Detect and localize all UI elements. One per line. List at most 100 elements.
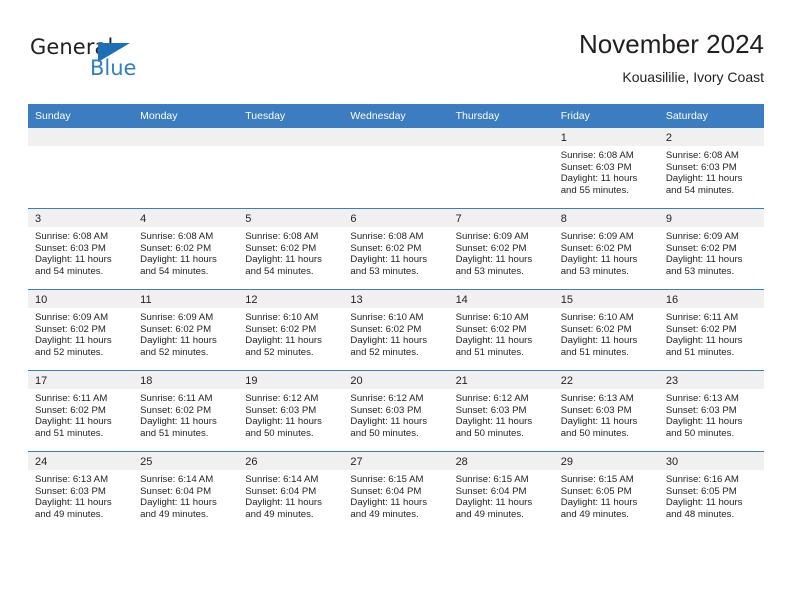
day-number: 2 <box>658 128 764 146</box>
calendar-day-cell[interactable]: 23 Sunrise: 6:13 AM Sunset: 6:03 PM Dayligh… <box>658 370 764 452</box>
day-number: 22 <box>553 371 659 389</box>
weekday-header-saturday: Saturday <box>658 104 764 128</box>
calendar-day-cell[interactable]: 12 Sunrise: 6:10 AM Sunset: 6:02 PM Dayligh… <box>238 289 344 371</box>
day-details: Sunrise: 6:14 AM Sunset: 6:04 PM Daylight:… <box>133 470 238 520</box>
day-number: 27 <box>343 452 449 470</box>
calendar-day-cell[interactable]: 17 Sunrise: 6:11 AM Sunset: 6:02 PM Dayligh… <box>28 370 134 452</box>
day-number: 11 <box>133 290 239 308</box>
sunset-text: Sunset: 6:03 PM <box>245 404 317 416</box>
calendar-day-cell[interactable]: 20 Sunrise: 6:12 AM Sunset: 6:03 PM Dayligh… <box>343 370 449 452</box>
daylight-text: Daylight: 11 hours and 50 minutes. <box>350 416 428 439</box>
calendar-day-cell[interactable]: 2 Sunrise: 6:08 AM Sunset: 6:03 PM Daylight… <box>658 127 764 209</box>
day-number: 19 <box>238 371 344 389</box>
daylight-text: Daylight: 11 hours and 50 minutes. <box>245 416 322 439</box>
sunrise-text: Sunrise: 6:10 AM <box>560 312 634 323</box>
sunrise-text: Sunrise: 6:15 AM <box>560 474 634 485</box>
calendar-day-cell[interactable]: 13 Sunrise: 6:10 AM Sunset: 6:02 PM Dayligh… <box>343 289 449 371</box>
sunset-text: Sunset: 6:04 PM <box>245 485 317 497</box>
day-number <box>238 128 344 146</box>
calendar-day-cell[interactable]: 15 Sunrise: 6:10 AM Sunset: 6:02 PM Dayligh… <box>553 289 659 371</box>
calendar-day-cell[interactable]: 27 Sunrise: 6:15 AM Sunset: 6:04 PM Dayligh… <box>343 451 449 532</box>
day-number: 14 <box>448 290 554 308</box>
sunrise-text: Sunrise: 6:09 AM <box>455 231 529 242</box>
calendar-day-cell[interactable]: 10 Sunrise: 6:09 AM Sunset: 6:02 PM Dayligh… <box>28 289 134 371</box>
calendar-day-cell[interactable]: 7 Sunrise: 6:09 AM Sunset: 6:02 PM Daylight… <box>448 208 554 290</box>
calendar-day-cell-empty <box>28 127 134 209</box>
calendar-day-cell[interactable]: 18 Sunrise: 6:11 AM Sunset: 6:02 PM Dayligh… <box>133 370 239 452</box>
calendar-day-cell[interactable]: 26 Sunrise: 6:14 AM Sunset: 6:04 PM Dayligh… <box>238 451 344 532</box>
day-number: 1 <box>553 128 659 146</box>
day-number: 20 <box>343 371 449 389</box>
calendar-day-cell[interactable]: 6 Sunrise: 6:08 AM Sunset: 6:02 PM Daylight… <box>343 208 449 290</box>
day-number <box>448 128 554 146</box>
sunrise-text: Sunrise: 6:11 AM <box>665 312 739 323</box>
calendar-day-cell[interactable]: 25 Sunrise: 6:14 AM Sunset: 6:04 PM Dayligh… <box>133 451 239 532</box>
calendar-day-cell[interactable]: 16 Sunrise: 6:11 AM Sunset: 6:02 PM Dayligh… <box>658 289 764 371</box>
sunrise-text: Sunrise: 6:11 AM <box>140 393 213 404</box>
sunset-text: Sunset: 6:02 PM <box>245 242 317 254</box>
calendar-day-cell[interactable]: 14 Sunrise: 6:10 AM Sunset: 6:02 PM Dayligh… <box>448 289 554 371</box>
daylight-text: Daylight: 11 hours and 53 minutes. <box>350 254 428 277</box>
sunrise-text: Sunrise: 6:08 AM <box>245 231 319 242</box>
daylight-text: Daylight: 11 hours and 51 minutes. <box>140 416 217 439</box>
sunrise-text: Sunrise: 6:10 AM <box>245 312 319 323</box>
calendar-day-cell[interactable]: 8 Sunrise: 6:09 AM Sunset: 6:02 PM Daylight… <box>553 208 659 290</box>
daylight-text: Daylight: 11 hours and 54 minutes. <box>140 254 217 277</box>
sunset-text: Sunset: 6:02 PM <box>140 404 212 416</box>
calendar-day-cell[interactable]: 1 Sunrise: 6:08 AM Sunset: 6:03 PM Daylight… <box>553 127 659 209</box>
day-number: 21 <box>448 371 554 389</box>
sunset-text: Sunset: 6:02 PM <box>35 323 106 335</box>
day-number: 9 <box>658 209 764 227</box>
calendar-day-cell[interactable]: 4 Sunrise: 6:08 AM Sunset: 6:02 PM Daylight… <box>133 208 239 290</box>
weekday-header-wednesday: Wednesday <box>343 104 449 128</box>
sunrise-text: Sunrise: 6:12 AM <box>455 393 529 404</box>
calendar-day-cell[interactable]: 30 Sunrise: 6:16 AM Sunset: 6:05 PM Dayligh… <box>658 451 764 532</box>
daylight-text: Daylight: 11 hours and 49 minutes. <box>245 497 322 520</box>
calendar-day-cell[interactable]: 5 Sunrise: 6:08 AM Sunset: 6:02 PM Daylight… <box>238 208 344 290</box>
sunrise-text: Sunrise: 6:12 AM <box>350 393 424 404</box>
day-details: Sunrise: 6:08 AM Sunset: 6:02 PM Daylight:… <box>238 227 343 277</box>
sunrise-text: Sunrise: 6:15 AM <box>455 474 529 485</box>
calendar-day-cell[interactable]: 28 Sunrise: 6:15 AM Sunset: 6:04 PM Dayligh… <box>448 451 554 532</box>
sunset-text: Sunset: 6:02 PM <box>350 323 422 335</box>
day-details: Sunrise: 6:11 AM Sunset: 6:02 PM Daylight:… <box>133 389 238 439</box>
day-number: 6 <box>343 209 449 227</box>
day-details: Sunrise: 6:11 AM Sunset: 6:02 PM Daylight:… <box>659 308 764 358</box>
daylight-text: Daylight: 11 hours and 54 minutes. <box>35 254 112 277</box>
sunrise-text: Sunrise: 6:13 AM <box>35 474 109 485</box>
daylight-text: Daylight: 11 hours and 51 minutes. <box>455 335 533 358</box>
sunset-text: Sunset: 6:02 PM <box>560 242 632 254</box>
calendar-body: 1 Sunrise: 6:08 AM Sunset: 6:03 PM Daylight… <box>28 127 764 532</box>
calendar-grid: Sunday Monday Tuesday Wednesday Thursday Frid… <box>28 104 764 532</box>
calendar-day-cell[interactable]: 22 Sunrise: 6:13 AM Sunset: 6:03 PM Dayligh… <box>553 370 659 452</box>
sunset-text: Sunset: 6:02 PM <box>35 404 106 416</box>
day-number: 28 <box>448 452 554 470</box>
calendar-week-row: 1 Sunrise: 6:08 AM Sunset: 6:03 PM Daylight… <box>28 127 764 209</box>
sunset-text: Sunset: 6:02 PM <box>350 242 422 254</box>
day-number: 5 <box>238 209 344 227</box>
calendar-day-cell[interactable]: 24 Sunrise: 6:13 AM Sunset: 6:03 PM Dayligh… <box>28 451 134 532</box>
day-number <box>28 128 134 146</box>
calendar-day-cell[interactable]: 3 Sunrise: 6:08 AM Sunset: 6:03 PM Daylight… <box>28 208 134 290</box>
weekday-header-monday: Monday <box>133 104 239 128</box>
sunrise-text: Sunrise: 6:11 AM <box>35 393 108 404</box>
calendar-day-cell[interactable]: 29 Sunrise: 6:15 AM Sunset: 6:05 PM Dayligh… <box>553 451 659 532</box>
sunset-text: Sunset: 6:02 PM <box>245 323 317 335</box>
general-blue-logo[interactable]: General Blue <box>30 36 170 86</box>
calendar-day-cell[interactable]: 11 Sunrise: 6:09 AM Sunset: 6:02 PM Dayligh… <box>133 289 239 371</box>
calendar-day-cell[interactable]: 21 Sunrise: 6:12 AM Sunset: 6:03 PM Dayligh… <box>448 370 554 452</box>
daylight-text: Daylight: 11 hours and 52 minutes. <box>245 335 322 358</box>
calendar-day-cell-empty <box>343 127 449 209</box>
calendar-day-cell[interactable]: 9 Sunrise: 6:09 AM Sunset: 6:02 PM Daylight… <box>658 208 764 290</box>
day-number: 13 <box>343 290 449 308</box>
day-details: Sunrise: 6:08 AM Sunset: 6:03 PM Daylight:… <box>28 227 133 277</box>
sunrise-text: Sunrise: 6:10 AM <box>350 312 424 323</box>
calendar-day-cell[interactable]: 19 Sunrise: 6:12 AM Sunset: 6:03 PM Dayligh… <box>238 370 344 452</box>
sunrise-text: Sunrise: 6:13 AM <box>560 393 634 404</box>
calendar-day-cell-empty <box>238 127 344 209</box>
sunset-text: Sunset: 6:02 PM <box>140 323 212 335</box>
weekday-header-sunday: Sunday <box>28 104 134 128</box>
calendar-week-row: 10 Sunrise: 6:09 AM Sunset: 6:02 PM Dayligh… <box>28 289 764 371</box>
sunset-text: Sunset: 6:02 PM <box>560 323 632 335</box>
day-details: Sunrise: 6:12 AM Sunset: 6:03 PM Daylight:… <box>449 389 554 439</box>
